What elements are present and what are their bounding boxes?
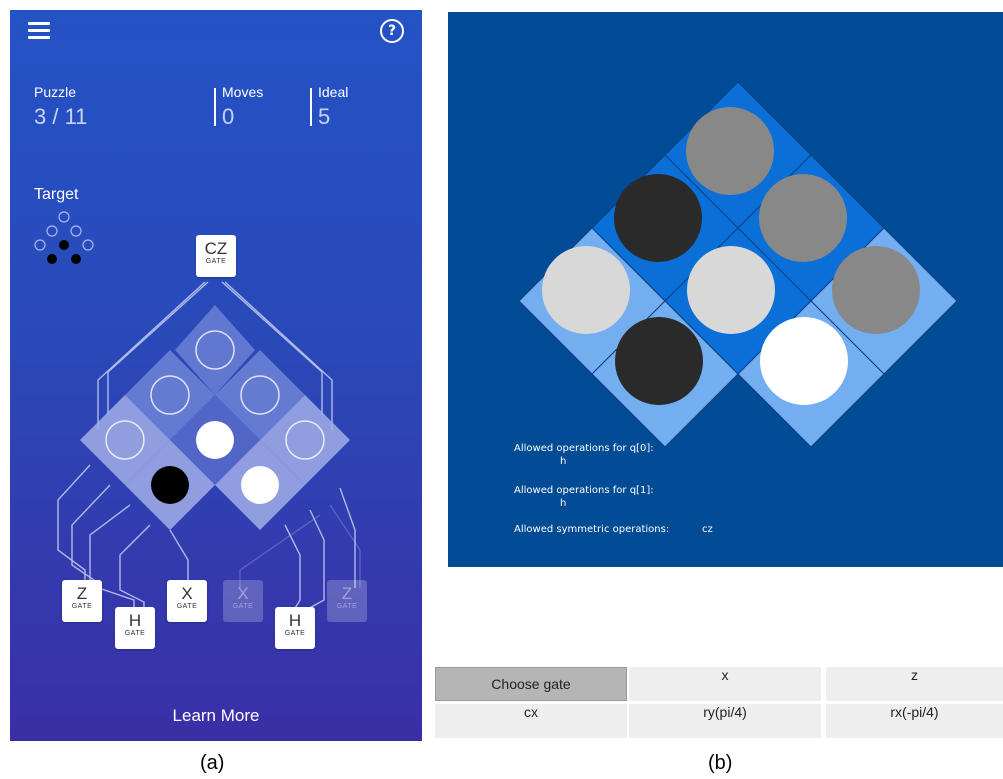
gate-name: Z	[341, 584, 353, 603]
simulator-panel: Allowed operations for q[0]: h Allowed o…	[448, 12, 1003, 567]
qubit-ball	[760, 317, 848, 405]
gate-sublabel: GATE	[71, 603, 93, 610]
x-gate-button[interactable]: X GATE	[167, 580, 207, 622]
qubit-ball	[832, 246, 920, 334]
gate-sublabel: GATE	[124, 630, 146, 637]
gate-name: H	[288, 611, 302, 630]
q0-ops-label: Allowed operations for q[0]:	[514, 443, 654, 454]
z-gate-option[interactable]: z	[826, 667, 1003, 701]
h-gate-button[interactable]: H GATE	[275, 607, 315, 649]
ry-gate-option[interactable]: ry(pi/4)	[629, 704, 821, 738]
gate-sublabel: GATE	[232, 603, 254, 610]
choose-gate-button[interactable]: Choose gate	[435, 667, 627, 701]
qubit-ball	[542, 246, 630, 334]
qubit-ball	[759, 174, 847, 262]
gate-sublabel: GATE	[336, 603, 358, 610]
q1-ops-value: h	[560, 498, 567, 509]
sym-ops-label: Allowed symmetric operations:	[514, 524, 670, 535]
caption-a: (a)	[200, 752, 225, 774]
gate-name: X	[237, 584, 249, 603]
qubit-ball	[615, 317, 703, 405]
sym-ops-value: cz	[702, 524, 713, 535]
game-panel: ? Puzzle 3 / 11 Moves 0 Ideal 5 Target C…	[10, 10, 422, 741]
q0-ops-value: h	[560, 456, 567, 467]
target-preview	[34, 211, 94, 264]
learn-more-link[interactable]: Learn More	[10, 706, 422, 726]
gate-name: Z	[76, 584, 88, 603]
game-board	[34, 211, 361, 611]
h-gate-button[interactable]: H GATE	[115, 607, 155, 649]
qubit-ball	[151, 466, 189, 504]
qubit-ball	[196, 421, 234, 459]
z-gate-button[interactable]: Z GATE	[62, 580, 102, 622]
x-gate-button-disabled: X GATE	[223, 580, 263, 622]
qubit-ball	[614, 174, 702, 262]
qubit-ball	[687, 246, 775, 334]
z-gate-button-disabled: Z GATE	[327, 580, 367, 622]
cz-gate-button[interactable]: CZ GATE	[196, 235, 236, 277]
x-gate-option[interactable]: x	[629, 667, 821, 701]
gate-name: H	[128, 611, 142, 630]
gate-sublabel: GATE	[176, 603, 198, 610]
gate-sublabel: GATE	[284, 630, 306, 637]
qubit-ball	[686, 107, 774, 195]
rx-gate-option[interactable]: rx(-pi/4)	[826, 704, 1003, 738]
gate-name: CZ	[204, 239, 228, 258]
cx-gate-option[interactable]: cx	[435, 704, 627, 738]
gate-sublabel: GATE	[205, 258, 227, 265]
board-tiles	[80, 305, 350, 530]
q1-ops-label: Allowed operations for q[1]:	[514, 485, 654, 496]
caption-b: (b)	[708, 752, 733, 774]
qubit-ball	[241, 466, 279, 504]
gate-name: X	[181, 584, 193, 603]
